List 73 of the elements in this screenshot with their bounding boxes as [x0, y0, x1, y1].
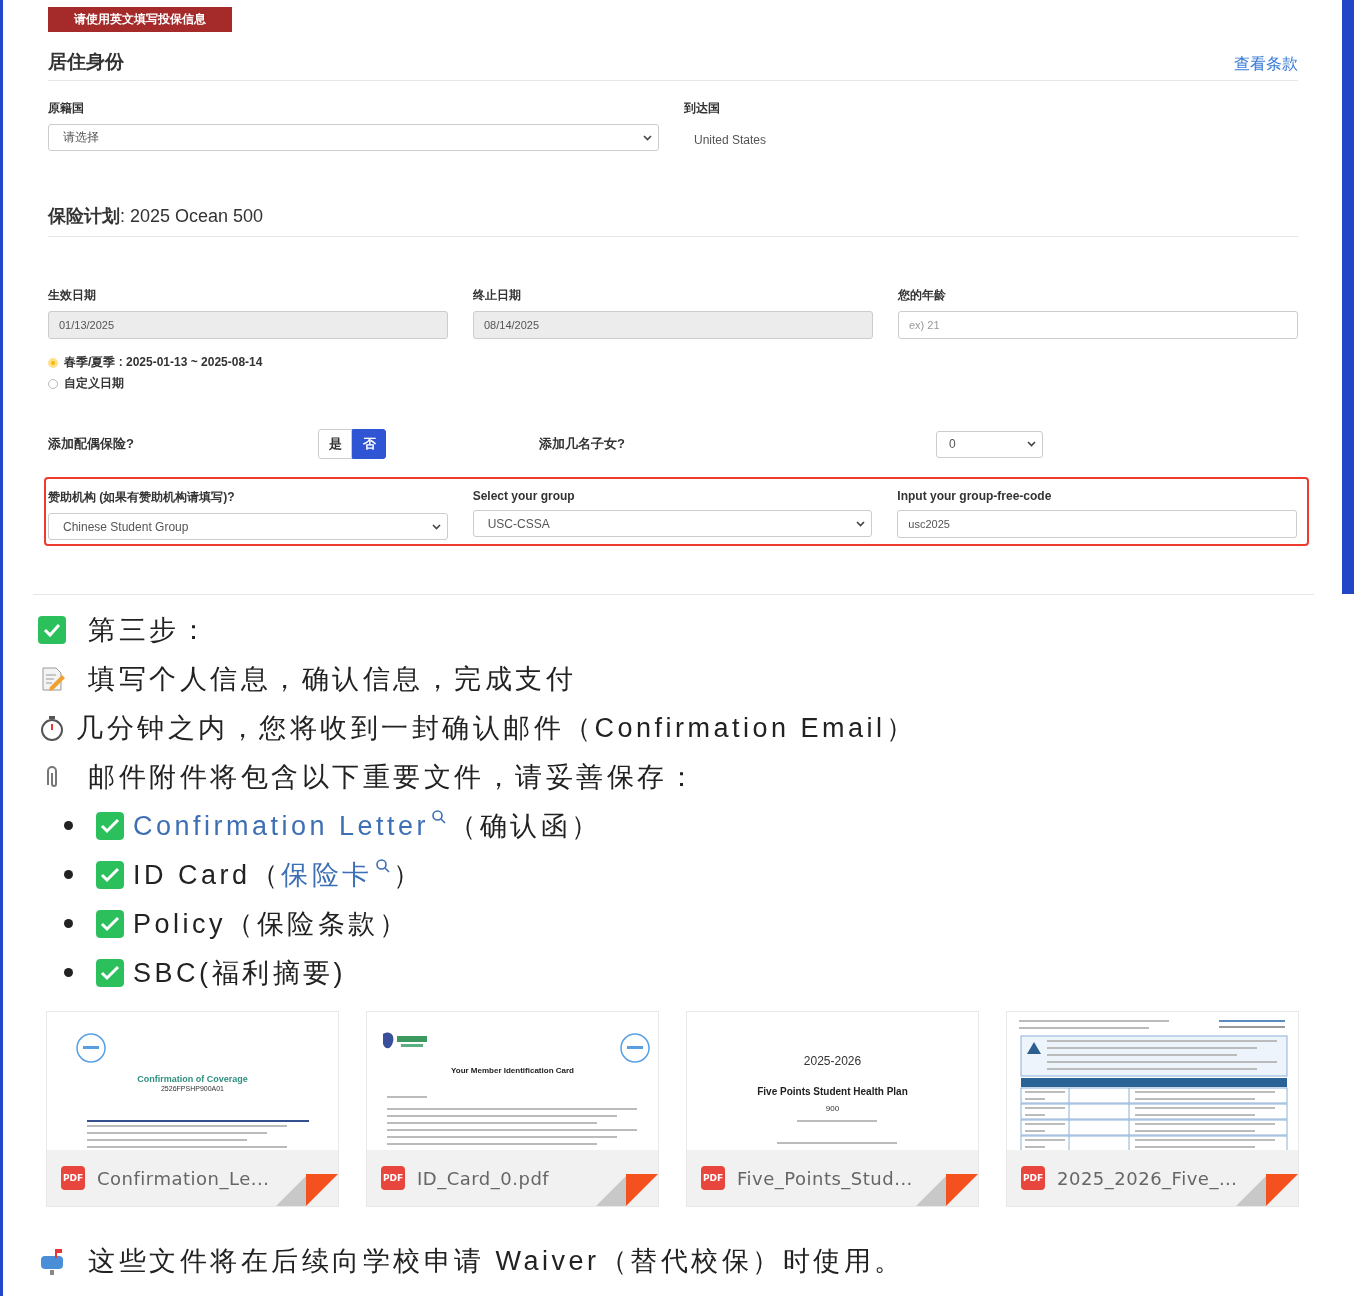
search-icon[interactable] [374, 857, 391, 874]
folded-corner-icon [916, 1174, 978, 1206]
search-icon[interactable] [431, 809, 448, 825]
step-text: 邮件附件将包含以下重要文件，请妥善保存： [88, 760, 698, 794]
radio-label: 自定义日期 [64, 375, 124, 392]
radio-button[interactable] [48, 357, 58, 368]
file-type-badge: PDF [1021, 1166, 1045, 1190]
bullet-icon [64, 821, 73, 830]
field-label: 终止日期 [473, 287, 522, 304]
chevron-icon [431, 523, 441, 530]
step-text: 填写个人信息，确认信息，完成支付 [88, 662, 576, 696]
field-value: United States [693, 132, 768, 149]
dropdown[interactable]: USC-CSSA [472, 510, 873, 537]
footer-text: 这些文件将在后续向学校申请 Waiver（替代校保）时使用。 [88, 1245, 905, 1278]
field-label: 赞助机构 (如果有赞助机构请填写)? [48, 489, 236, 506]
file-type-badge: PDF [701, 1166, 725, 1190]
bullet-icon [64, 870, 73, 879]
document-subtitle: 900 [824, 1104, 841, 1113]
document-title: Confirmation of Coverage [136, 1074, 249, 1084]
file-type-badge: PDF [61, 1166, 85, 1190]
checkbox-icon [38, 615, 66, 644]
file-card[interactable]: Your Member Identification Card PDF ID_Card_0.pdf [366, 1011, 659, 1207]
document-text: Policy（保险条款） [133, 907, 410, 941]
document-text: （确认函） [449, 809, 602, 843]
field-label: Input your group-free-code [897, 489, 1053, 503]
field-label: 您的年龄 [898, 287, 947, 304]
folded-corner-icon [1236, 1174, 1298, 1206]
document-title: Five Points Student Health Plan [756, 1086, 909, 1097]
dropdown[interactable]: 请选择 [48, 124, 659, 151]
file-name: Five_Points_Stud... [737, 1167, 913, 1189]
document-text: ） [392, 858, 424, 892]
file-card[interactable]: PDF 2025_2026_Five_... [1006, 1011, 1299, 1207]
file-name: 2025_2026_Five_... [1057, 1167, 1238, 1189]
logo-circle-icon [75, 1032, 107, 1064]
folded-corner-icon [596, 1174, 658, 1206]
input-field[interactable]: usc2025 [897, 510, 1297, 538]
chevron-icon [1027, 441, 1036, 447]
bullet-icon [64, 919, 73, 928]
radio-button[interactable] [48, 378, 58, 389]
chevron-icon [643, 134, 652, 141]
dropdown[interactable]: 0 [936, 430, 1043, 458]
notice-banner: 请使用英文填写投保信息 [48, 7, 232, 32]
field-label: 到达国 [684, 100, 721, 117]
step-text: 几分钟之内，您将收到一封确认邮件（Confirmation Email） [76, 711, 917, 745]
radio-label: 春季/夏季 : 2025-01-13 ~ 2025-08-14 [64, 354, 263, 371]
field-label: 添加几名子女? [539, 435, 626, 453]
field-label: 添加配偶保险? [48, 435, 135, 453]
step-text: 第三步： [88, 613, 210, 647]
stopwatch-icon [38, 713, 66, 742]
toggle-button[interactable]: 否 [352, 429, 386, 459]
document-year: 2025-2026 [802, 1054, 863, 1068]
document-link[interactable]: Confirmation Letter [133, 809, 450, 842]
field-label: Select your group [472, 489, 576, 503]
toggle-button[interactable]: 是 [318, 429, 352, 459]
field-label: 原籍国 [48, 100, 85, 117]
folded-corner-icon [276, 1174, 338, 1206]
mailbox-icon [38, 1247, 66, 1275]
document-text: SBC(福利摘要) [133, 956, 346, 990]
file-name: Confirmation_Le... [97, 1167, 270, 1189]
field-label: 生效日期 [48, 287, 97, 304]
document-title: Your Member Identification Card [450, 1066, 575, 1075]
plan-title: 保险计划: 2025 Ocean 500 [48, 204, 1298, 237]
document-text: ID Card（ [133, 858, 282, 892]
file-card[interactable]: 2025-2026 Five Points Student Health Plan 900 PDF Five_Points_Stud... [686, 1011, 979, 1207]
bullet-icon [64, 968, 73, 977]
chevron-icon [856, 520, 866, 527]
file-name: ID_Card_0.pdf [417, 1167, 550, 1189]
terms-link[interactable]: 查看条款 [1234, 54, 1298, 75]
dropdown[interactable]: Chinese Student Group [48, 513, 448, 540]
logo-circle-icon [619, 1032, 651, 1064]
document-link[interactable]: 保险卡 [281, 856, 393, 893]
section-title: 居住身份 [48, 50, 124, 74]
file-type-badge: PDF [381, 1166, 405, 1190]
